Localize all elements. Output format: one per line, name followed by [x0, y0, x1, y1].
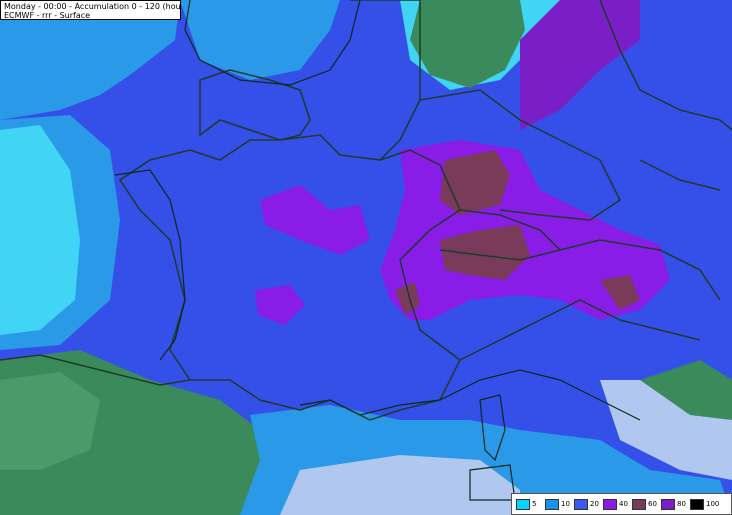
legend-swatch [661, 498, 675, 510]
legend-label: 5 [532, 500, 537, 508]
legend-label: 100 [706, 500, 720, 508]
map-title-line2: ECMWF - rrr - Surface [4, 11, 91, 20]
precipitation-map: Monday - 00:00 - Accumulation 0 - 120 (h… [0, 0, 732, 515]
legend-item: 40 [603, 498, 628, 510]
legend-item: 100 [690, 498, 720, 510]
legend-label: 60 [648, 500, 657, 508]
legend-item: 80 [661, 498, 686, 510]
legend-swatch [574, 498, 588, 510]
legend-swatch [603, 498, 617, 510]
legend-label: 80 [677, 500, 686, 508]
legend-swatch [632, 498, 646, 510]
map-canvas [0, 0, 732, 515]
legend-label: 40 [619, 500, 628, 508]
map-title-line1: Monday - 00:00 - Accumulation 0 - 120 (h… [4, 2, 181, 11]
legend-label: 20 [590, 500, 599, 508]
legend-item: 20 [574, 498, 599, 510]
legend-label: 10 [561, 500, 570, 508]
legend-item: 5 [516, 498, 541, 510]
legend-swatch [516, 498, 530, 510]
map-title-box: Monday - 00:00 - Accumulation 0 - 120 (h… [0, 0, 181, 20]
legend-item: 60 [632, 498, 657, 510]
legend-item: 10 [545, 498, 570, 510]
legend-swatch [690, 498, 704, 510]
legend: 5 10 20 40 60 80 100 [511, 493, 732, 515]
legend-swatch [545, 498, 559, 510]
